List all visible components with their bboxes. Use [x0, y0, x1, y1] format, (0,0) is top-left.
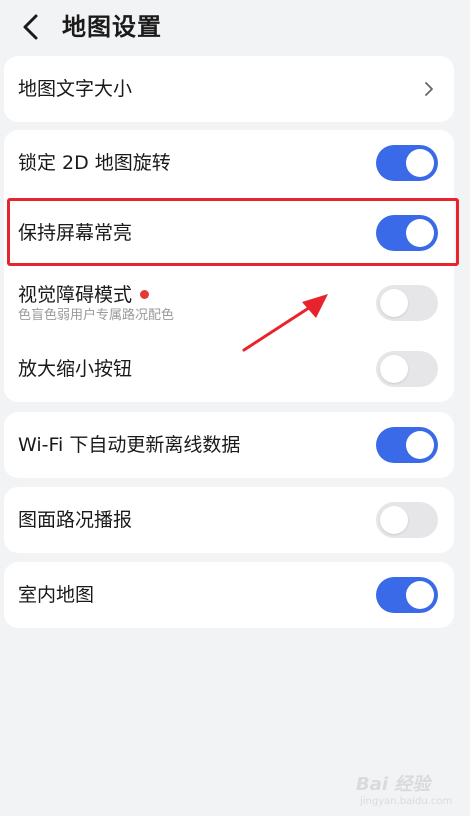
row-title: 地图文字大小	[18, 78, 133, 100]
row-title: 锁定 2D 地图旋转	[18, 152, 171, 174]
row-title: 视觉障碍模式	[18, 283, 133, 306]
visual-impairment-mode-toggle[interactable]	[376, 285, 438, 321]
settings-card-traffic: 图面路况播报	[4, 487, 454, 553]
keep-screen-on-toggle[interactable]	[376, 215, 438, 251]
settings-card-display: 锁定 2D 地图旋转 保持屏幕常亮 视觉障碍模式 色盲色弱用户专属路况配色 放大…	[4, 130, 454, 402]
row-title: 保持屏幕常亮	[18, 222, 133, 244]
wifi-auto-update-toggle[interactable]	[376, 427, 438, 463]
page-title: 地图设置	[62, 13, 162, 41]
row-map-text-size[interactable]: 地图文字大小	[4, 56, 454, 122]
row-title: 室内地图	[18, 584, 95, 606]
settings-card-offline: Wi-Fi 下自动更新离线数据	[4, 412, 454, 478]
baidu-jingyan-watermark: Bai 经验 jingyan.baidu.com	[356, 770, 466, 814]
header: 地图设置	[0, 0, 470, 54]
indoor-map-toggle[interactable]	[376, 577, 438, 613]
row-traffic-broadcast: 图面路况播报	[4, 487, 454, 553]
row-zoom-buttons: 放大缩小按钮	[4, 336, 454, 402]
toggle-knob	[380, 355, 408, 383]
row-visual-impairment-mode: 视觉障碍模式 色盲色弱用户专属路况配色	[4, 270, 454, 336]
lock-2d-rotation-toggle[interactable]	[376, 145, 438, 181]
traffic-broadcast-toggle[interactable]	[376, 502, 438, 538]
toggle-knob	[406, 581, 434, 609]
watermark-text: Bai 经验	[356, 774, 431, 795]
row-title: 放大缩小按钮	[18, 358, 133, 380]
row-title: Wi-Fi 下自动更新离线数据	[18, 434, 241, 456]
toggle-knob	[380, 289, 408, 317]
toggle-knob	[406, 431, 434, 459]
new-badge-dot	[140, 290, 150, 299]
settings-card-text-size: 地图文字大小	[4, 56, 454, 122]
toggle-knob	[380, 506, 408, 534]
chevron-left-icon	[23, 14, 38, 40]
row-indoor-map: 室内地图	[4, 562, 454, 628]
row-keep-screen-on: 保持屏幕常亮	[4, 196, 454, 270]
watermark-url: jingyan.baidu.com	[360, 796, 453, 807]
arrow-annotation-icon	[242, 294, 328, 352]
toggle-knob	[406, 149, 434, 177]
row-lock-2d-rotation: 锁定 2D 地图旋转	[4, 130, 454, 196]
map-settings-screen: 地图设置 地图文字大小 锁定 2D 地图旋转 保持屏幕常亮 视觉障碍模式 色盲色…	[0, 0, 470, 816]
chevron-right-icon	[425, 82, 433, 96]
toggle-knob	[406, 219, 434, 247]
settings-card-indoor: 室内地图	[4, 562, 454, 628]
row-title: 图面路况播报	[18, 509, 133, 531]
zoom-buttons-toggle[interactable]	[376, 351, 438, 387]
row-wifi-auto-update: Wi-Fi 下自动更新离线数据	[4, 412, 454, 478]
back-button[interactable]	[16, 11, 46, 43]
